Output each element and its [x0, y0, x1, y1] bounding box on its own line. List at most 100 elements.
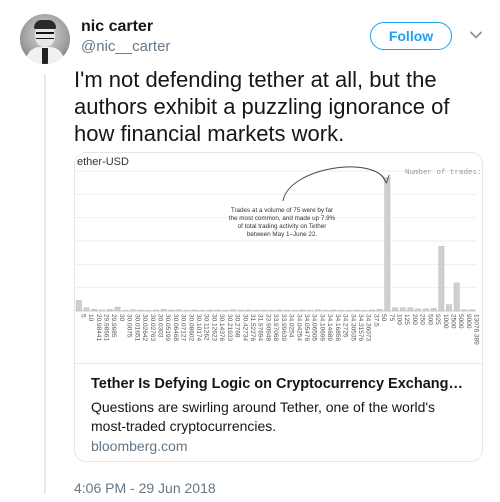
card-title[interactable]: Tether Is Defying Logic on Cryptocurrenc… — [91, 376, 471, 392]
x-tick-label: 100 — [396, 314, 403, 325]
x-tick-label: 34.05476 — [303, 314, 310, 341]
chart-annotation: of total trading activity on Tether — [238, 223, 327, 230]
bar — [430, 308, 437, 312]
bar — [183, 309, 190, 312]
x-tick-label: 30.12623 — [210, 314, 217, 341]
bar — [268, 309, 275, 312]
card-body[interactable]: Tether Is Defying Logic on Cryptocurrenc… — [75, 363, 482, 461]
x-tick-label: 5 — [79, 314, 86, 318]
bar — [446, 304, 452, 312]
bar-chart: ether-USD Number of trades: 5 10 20.98441 29.… — [75, 156, 482, 345]
bar — [237, 309, 244, 312]
x-tick-label: 125 — [403, 314, 410, 325]
bar — [384, 177, 391, 312]
x-tick-label: 34.14689 — [326, 314, 333, 341]
x-tick-label: 30.0303 — [156, 314, 163, 338]
chart-title: ether-USD — [77, 156, 129, 168]
bar — [122, 309, 129, 312]
x-tick-label: 30.06468 — [172, 314, 179, 341]
tweet-text: I'm not defending tether at all, but the… — [74, 67, 450, 146]
x-tick-label: 30.02763 — [149, 314, 156, 341]
bar — [129, 309, 136, 312]
tweet-timestamp[interactable]: 4:06 PM - 29 Jun 2018 — [74, 480, 216, 496]
bar — [461, 309, 468, 312]
thread-line — [44, 74, 46, 494]
bar — [160, 309, 167, 312]
chart-annotation: Trades at a volume of 75 were by far — [231, 207, 333, 214]
bar — [422, 308, 429, 312]
x-tick-label: 30.08602 — [187, 314, 194, 341]
bar — [137, 309, 144, 312]
x-tick-label: 30.11262 — [203, 314, 210, 341]
avatar[interactable] — [20, 14, 70, 64]
bar — [145, 309, 152, 312]
x-tick-label: 9000 — [465, 314, 472, 329]
x-tick-label: 20.98441 — [95, 314, 102, 341]
x-tick-label: 925 — [434, 314, 441, 325]
x-tick-label: 30.10174 — [195, 314, 202, 341]
x-tick-label: 31.52276 — [249, 314, 256, 341]
bar — [276, 309, 283, 312]
bar — [291, 309, 298, 312]
bar — [91, 309, 98, 312]
x-tick-label: 34.2725 — [342, 314, 349, 338]
bar — [83, 307, 90, 312]
card-domain[interactable]: bloomberg.com — [91, 438, 188, 454]
x-tick-label: 5000 — [457, 314, 464, 329]
bar — [176, 309, 183, 312]
chart-legend: Number of trades: — [405, 169, 482, 177]
bar — [314, 309, 321, 312]
user-handle[interactable]: @nic__carter — [81, 38, 170, 55]
bar — [114, 306, 121, 312]
display-name[interactable]: nic carter — [81, 18, 153, 36]
bar — [222, 309, 229, 312]
bar — [75, 299, 82, 312]
bar — [260, 309, 267, 312]
bar — [99, 309, 105, 312]
bar — [307, 309, 314, 312]
x-tick-label: 30.14376 — [218, 314, 225, 341]
bar — [214, 309, 221, 312]
bar — [330, 309, 337, 312]
card-chart-image[interactable]: ether-USD Number of trades: 5 10 20.98441 29.… — [75, 153, 482, 363]
x-tick-label: 1000 — [442, 314, 449, 329]
chart-annotation: between May 1–June 22. — [247, 231, 318, 238]
bar — [353, 309, 360, 312]
bar — [399, 307, 406, 312]
bar — [299, 309, 306, 312]
x-tick-label: 30.07127 — [180, 314, 187, 341]
bar — [338, 309, 344, 312]
bar — [245, 309, 252, 312]
follow-button[interactable]: Follow — [370, 22, 452, 50]
x-tick-label: 34.31576 — [357, 314, 364, 341]
link-card[interactable]: ether-USD Number of trades: 5 10 20.98441 29.… — [74, 152, 483, 462]
x-tick-label: 50 — [380, 314, 387, 322]
bar — [392, 307, 398, 312]
x-tick-label: 29.98661 — [102, 314, 109, 341]
bar — [361, 309, 368, 312]
x-tick-label: 34.04254 — [295, 314, 302, 341]
bar — [284, 309, 291, 312]
x-tick-label: 30.0075 — [126, 314, 133, 338]
bar — [207, 309, 213, 312]
chevron-down-icon[interactable] — [469, 28, 483, 42]
x-tick-label: 30.05199 — [164, 314, 171, 341]
x-tick-label: 30.2768 — [234, 314, 241, 338]
x-tick-label: 200 — [411, 314, 418, 325]
x-tick-label: 75 — [388, 314, 395, 322]
x-tick-label: 2500 — [450, 314, 457, 329]
x-tick-label: 33.90948 — [264, 314, 271, 341]
x-tick-label: 33.99639 — [280, 314, 287, 341]
x-tick-label: 34.16856 — [334, 314, 341, 341]
chart-annotation: the most common, and made up 7.9% — [229, 215, 336, 222]
x-tick-label: 31.97694 — [257, 314, 264, 341]
x-tick-label: 10 — [87, 314, 94, 322]
annotation-arrow — [282, 166, 386, 202]
x-tick-label: 34.0254 — [288, 314, 295, 338]
x-tick-label: 34.06505 — [311, 314, 318, 341]
x-tick-label: 30.42734 — [241, 314, 248, 341]
x-tick-label: 13076.389 — [473, 314, 480, 345]
bar — [438, 246, 445, 312]
bar — [253, 309, 260, 312]
x-tick-label: 33.97068 — [272, 314, 279, 341]
